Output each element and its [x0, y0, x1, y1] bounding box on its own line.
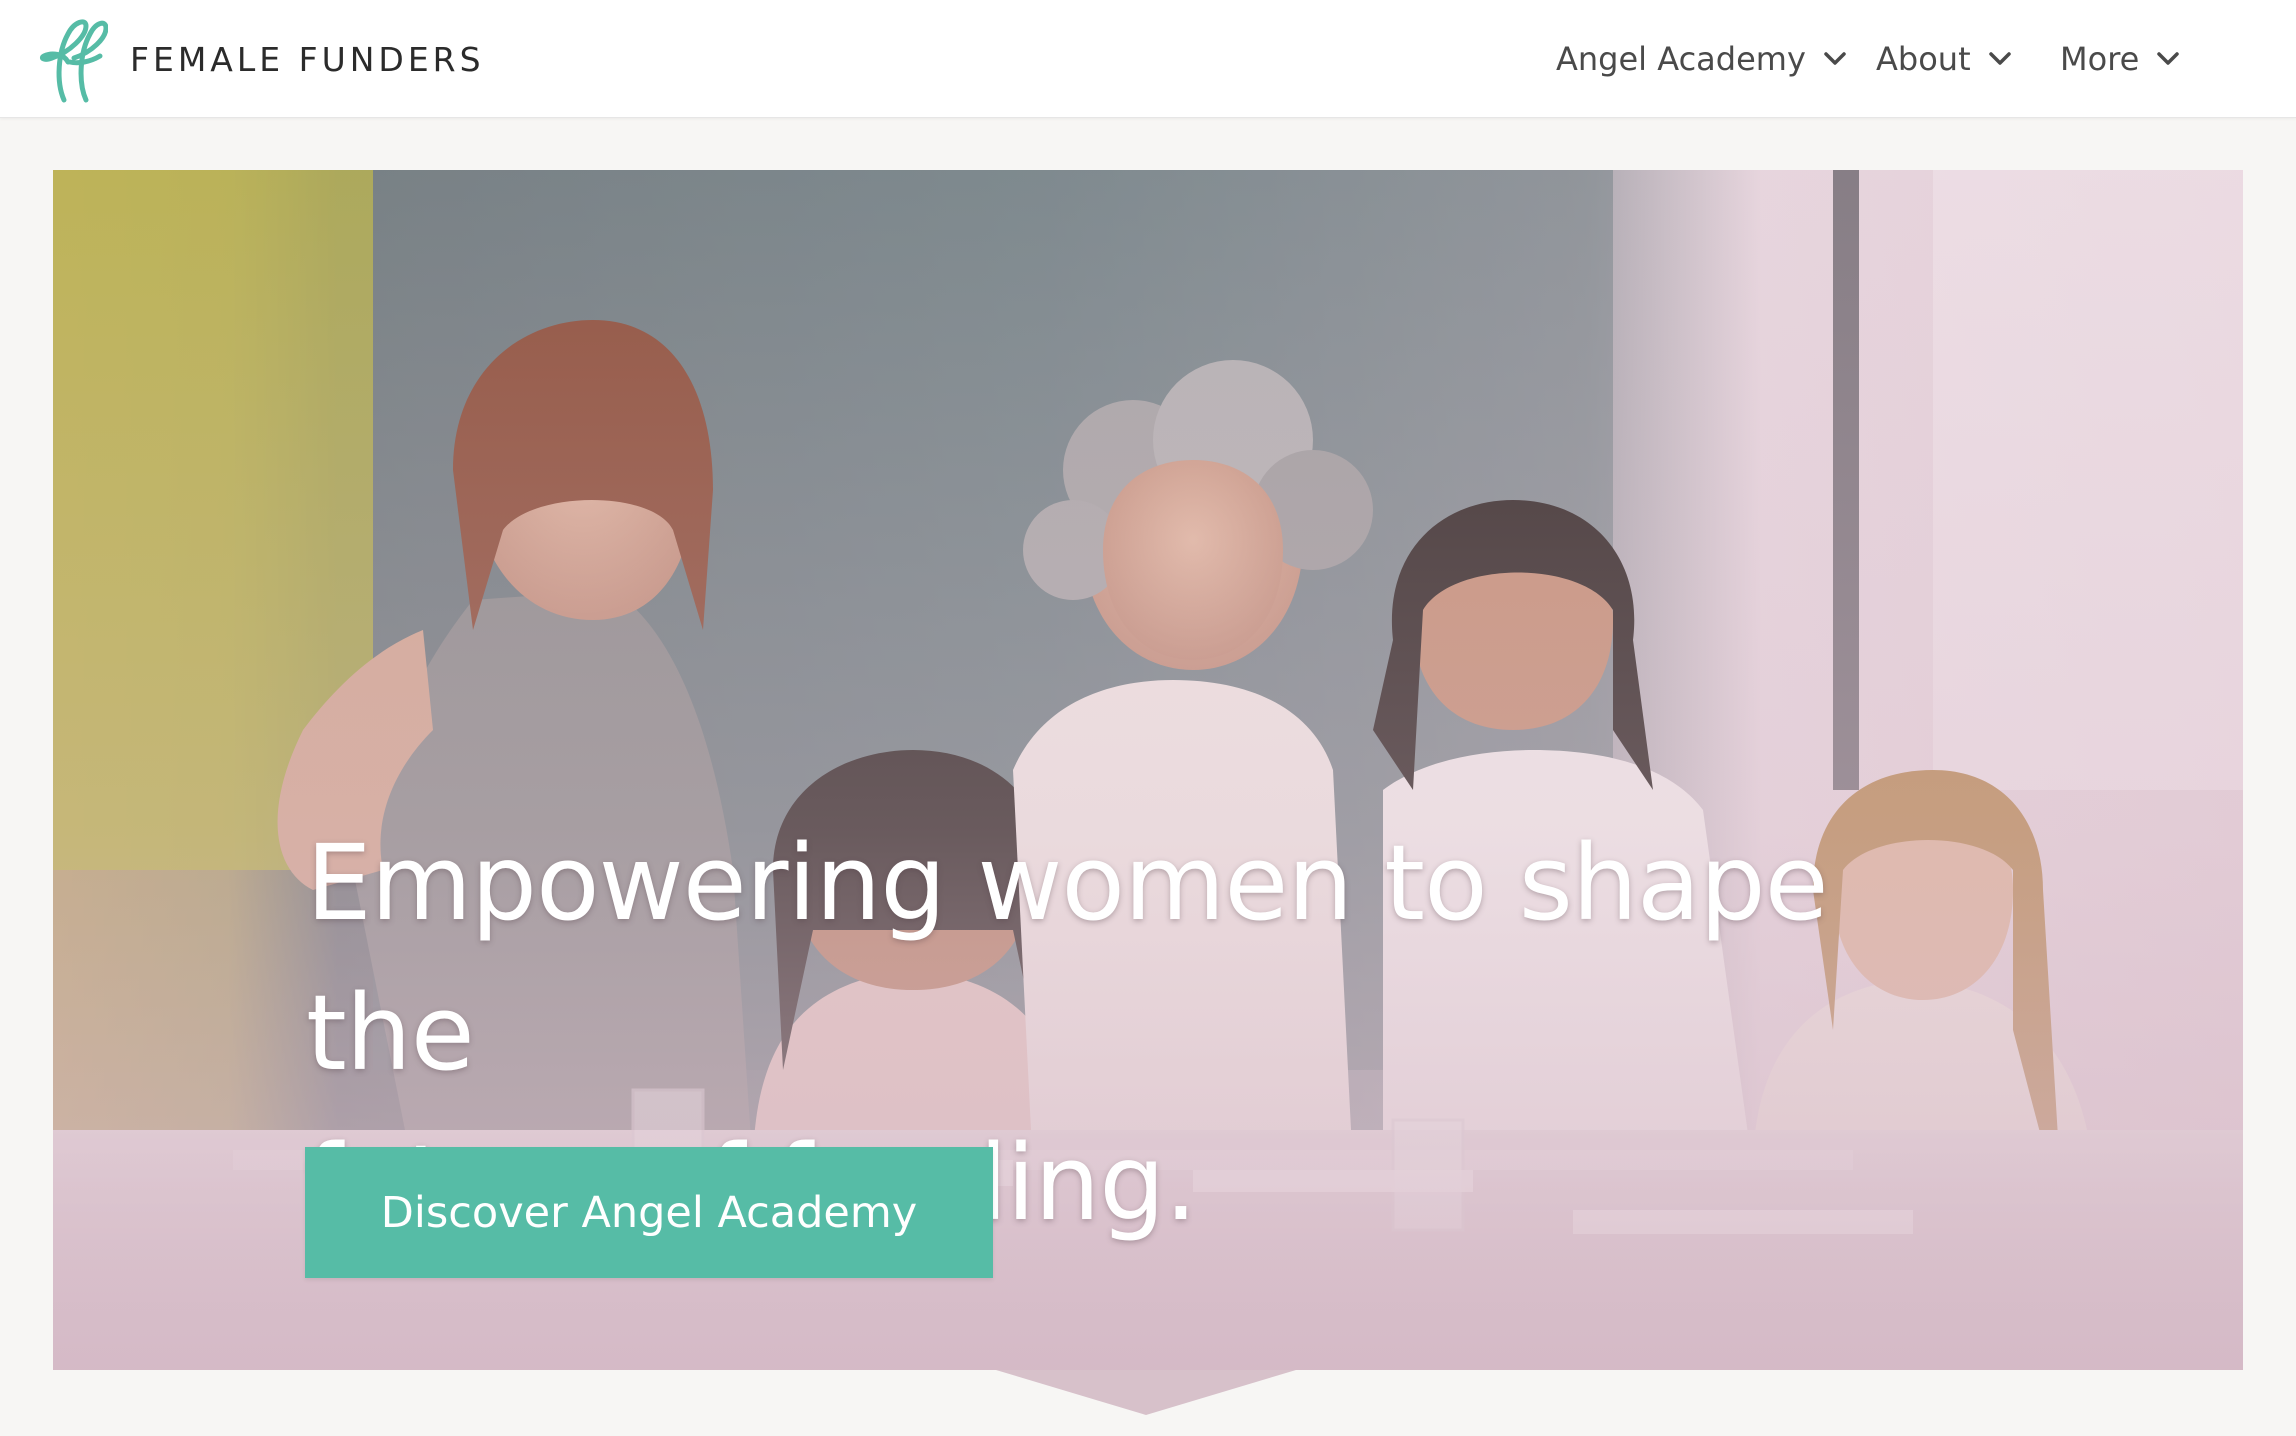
nav-label: More [2060, 40, 2140, 78]
nav-angel-academy[interactable]: Angel Academy [1556, 34, 1846, 84]
chevron-down-icon [2157, 52, 2180, 65]
nav-label: About [1876, 40, 1971, 78]
nav-label: Angel Academy [1556, 40, 1806, 78]
brand-name[interactable]: FEMALE FUNDERS [130, 38, 485, 82]
nav-about[interactable]: About [1876, 34, 2011, 84]
discover-angel-academy-button[interactable]: Discover Angel Academy [305, 1147, 993, 1278]
hero-pointer-notch [996, 1370, 1296, 1415]
hero-banner: Empowering women to shape the future of … [53, 170, 2243, 1370]
chevron-down-icon [1988, 52, 2011, 65]
site-header: FEMALE FUNDERS Angel Academy About More [0, 0, 2296, 118]
nav-more[interactable]: More [2060, 34, 2180, 84]
headline-line-1: Empowering women to shape the [306, 822, 1829, 1094]
chevron-down-icon [1824, 52, 1846, 65]
ff-logo-icon[interactable] [34, 12, 108, 106]
